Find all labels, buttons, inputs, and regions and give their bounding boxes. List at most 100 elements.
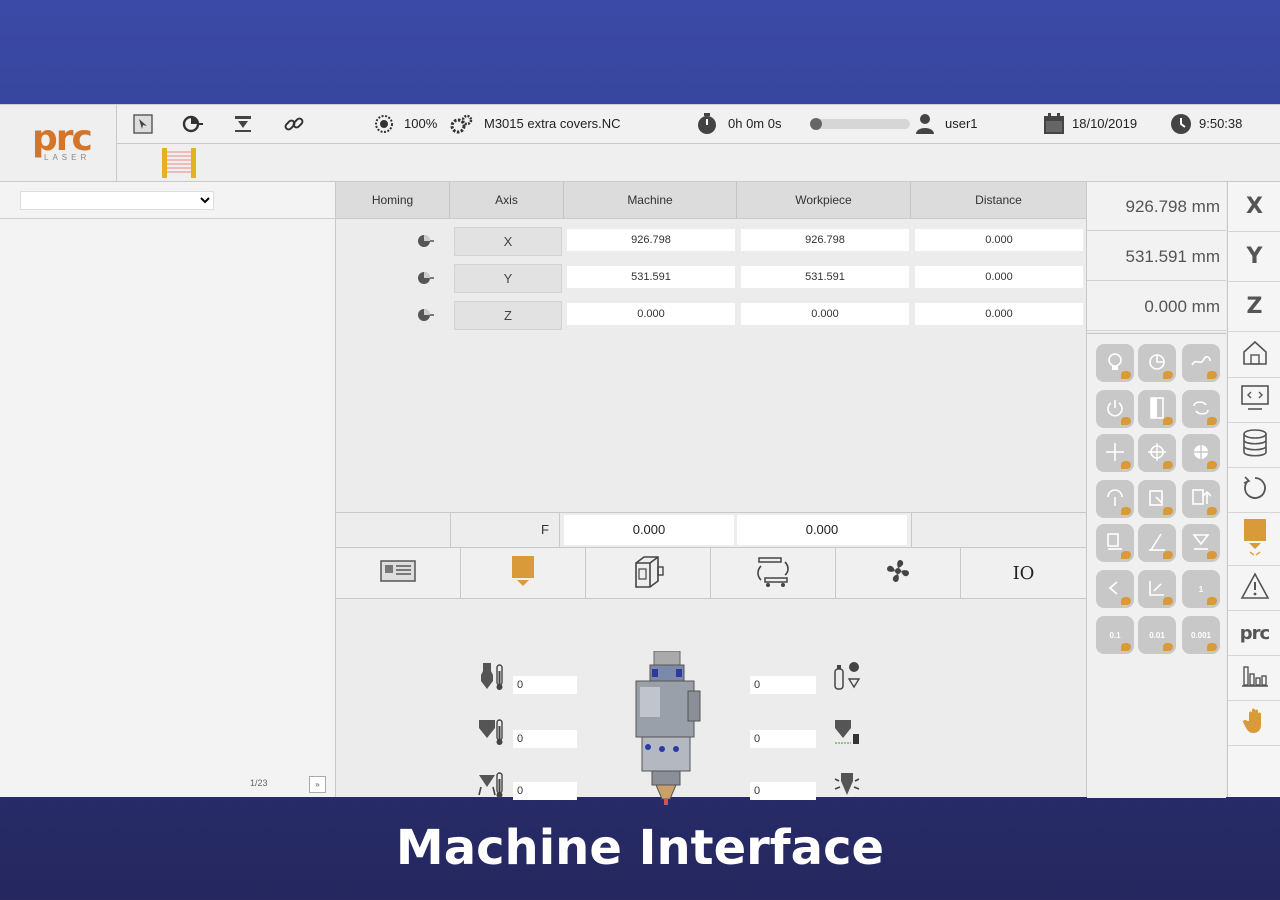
- axis-label: Z: [454, 301, 562, 330]
- feed-row: F 0.000 0.000: [336, 512, 1086, 548]
- machine-app: prc LASER 100% M3015 extra covers.NC 0h …: [0, 104, 1280, 805]
- head-down-button[interactable]: [1096, 524, 1134, 562]
- alarms-button[interactable]: [1228, 566, 1280, 611]
- light-curtain-icon[interactable]: [161, 148, 197, 178]
- function-tabs: IO: [336, 548, 1086, 599]
- cutting-head-mode-button[interactable]: [1228, 513, 1280, 566]
- table-row: Y 531.591 531.591 0.000: [336, 263, 1086, 293]
- tab-io[interactable]: IO: [961, 548, 1086, 598]
- home-button[interactable]: [1228, 333, 1280, 378]
- crosshair-button[interactable]: [1096, 434, 1134, 472]
- program-progress-bar: [810, 118, 910, 130]
- database-button[interactable]: [1228, 423, 1280, 468]
- axis-z-button[interactable]: Z: [1228, 282, 1280, 332]
- axis-label: X: [454, 227, 562, 256]
- right-sidebar: X Y Z prc: [1227, 182, 1280, 797]
- homing-all-button[interactable]: [1138, 344, 1176, 382]
- code-monitor-icon: [1240, 384, 1270, 417]
- machine-display-icon: [380, 559, 416, 588]
- home-axis-z-icon[interactable]: [416, 306, 434, 324]
- power-button[interactable]: [1096, 390, 1134, 428]
- jog-step-01-button[interactable]: 0.1: [1096, 616, 1134, 654]
- warning-icon: [1240, 571, 1270, 605]
- cut-line-button[interactable]: [1138, 524, 1176, 562]
- fan-icon: [883, 556, 913, 591]
- file-dropdown[interactable]: [20, 191, 214, 210]
- clock-icon: [1169, 112, 1193, 136]
- tab-fan[interactable]: [836, 548, 961, 598]
- current-date: 18/10/2019: [1072, 116, 1138, 131]
- dust-extraction-button[interactable]: [1182, 344, 1220, 382]
- workpiece-value: 531.591: [741, 266, 909, 288]
- current-time: 9:50:38: [1199, 116, 1243, 131]
- statistics-button[interactable]: [1228, 656, 1280, 701]
- elapsed-time: 0h 0m 0s: [728, 116, 782, 131]
- about-button[interactable]: prc: [1228, 611, 1280, 656]
- nozzle-temperature-icon: [477, 661, 505, 691]
- prc-logo-icon: prc: [1239, 622, 1270, 644]
- header-workpiece: Workpiece: [737, 182, 911, 218]
- home-icon: [1241, 339, 1269, 372]
- axis-panel: Homing Axis Machine Workpiece Distance X…: [336, 182, 1087, 805]
- axis-y-label: Y: [1246, 244, 1263, 269]
- stopwatch-icon: [695, 112, 719, 136]
- tab-machine-info[interactable]: [336, 548, 461, 598]
- tab-cutting-head[interactable]: [461, 548, 586, 598]
- nozzle-temperature-value: 0: [513, 676, 577, 694]
- page-indicator: 1/23: [250, 778, 268, 788]
- program-gears-icon: [450, 112, 474, 136]
- calibration-button[interactable]: [1096, 480, 1134, 518]
- bar-chart-icon: [1241, 664, 1269, 693]
- home-axis-y-icon[interactable]: [416, 269, 434, 287]
- cutting-head-icon[interactable]: [231, 112, 255, 136]
- header-homing: Homing: [336, 182, 450, 218]
- workpiece-value: 0.000: [741, 303, 909, 325]
- program-editor-button[interactable]: [1228, 378, 1280, 423]
- feed-divider: [911, 513, 912, 547]
- jog-step-0001-button[interactable]: 0.001: [1182, 616, 1220, 654]
- manual-icon[interactable]: [131, 112, 155, 136]
- feed-label: F: [450, 513, 560, 547]
- axis-y-button[interactable]: Y: [1228, 232, 1280, 282]
- logo-subtext: LASER: [44, 153, 91, 162]
- sheet-measure-button[interactable]: [1138, 480, 1176, 518]
- coordinate-readout: 926.798 mm 531.591 mm 0.000 mm: [1087, 182, 1226, 332]
- database-icon: [1241, 428, 1269, 463]
- refresh-icon: [1241, 474, 1269, 507]
- program-name: M3015 extra covers.NC: [484, 116, 621, 131]
- logo: prc LASER: [0, 105, 117, 182]
- next-page-button[interactable]: »: [309, 776, 326, 793]
- home-axis-x-icon[interactable]: [416, 232, 434, 250]
- power-icon: [1106, 399, 1124, 419]
- x-coordinate: 926.798 mm: [1087, 182, 1226, 231]
- manual-control-button[interactable]: [1228, 701, 1280, 746]
- machine-value: 531.591: [567, 266, 735, 288]
- exchange-button[interactable]: [1182, 390, 1220, 428]
- reset-button[interactable]: [1228, 468, 1280, 513]
- feed-machine-value: 0.000: [564, 515, 734, 545]
- homing-icon[interactable]: [180, 112, 204, 136]
- distance-value: 0.000: [915, 266, 1083, 288]
- tab-laser-source[interactable]: [586, 548, 711, 598]
- machine-value: 926.798: [567, 229, 735, 251]
- feed-workpiece-value: 0.000: [737, 515, 907, 545]
- tab-pallet-changer[interactable]: [711, 548, 836, 598]
- center-point-button[interactable]: [1138, 434, 1176, 472]
- edge-detect-button[interactable]: [1138, 570, 1176, 608]
- door-button[interactable]: [1138, 390, 1176, 428]
- target-point-button[interactable]: [1182, 434, 1220, 472]
- gas-pressure-icon: [833, 661, 861, 691]
- axis-x-button[interactable]: X: [1228, 182, 1280, 232]
- focus-button[interactable]: [1182, 524, 1220, 562]
- link-icon[interactable]: [282, 112, 306, 136]
- axis-z-label: Z: [1246, 294, 1263, 319]
- lens-temperature-icon: [477, 716, 505, 746]
- light-bulb-button[interactable]: [1096, 344, 1134, 382]
- jog-step-001-button[interactable]: 0.01: [1138, 616, 1176, 654]
- head-up-button[interactable]: [1182, 480, 1220, 518]
- jog-step-1-button[interactable]: 1: [1182, 570, 1220, 608]
- axis-table-header: Homing Axis Machine Workpiece Distance: [336, 182, 1086, 219]
- lens-temperature-value: 0: [513, 730, 577, 748]
- header-distance: Distance: [975, 193, 1022, 207]
- back-button[interactable]: [1096, 570, 1134, 608]
